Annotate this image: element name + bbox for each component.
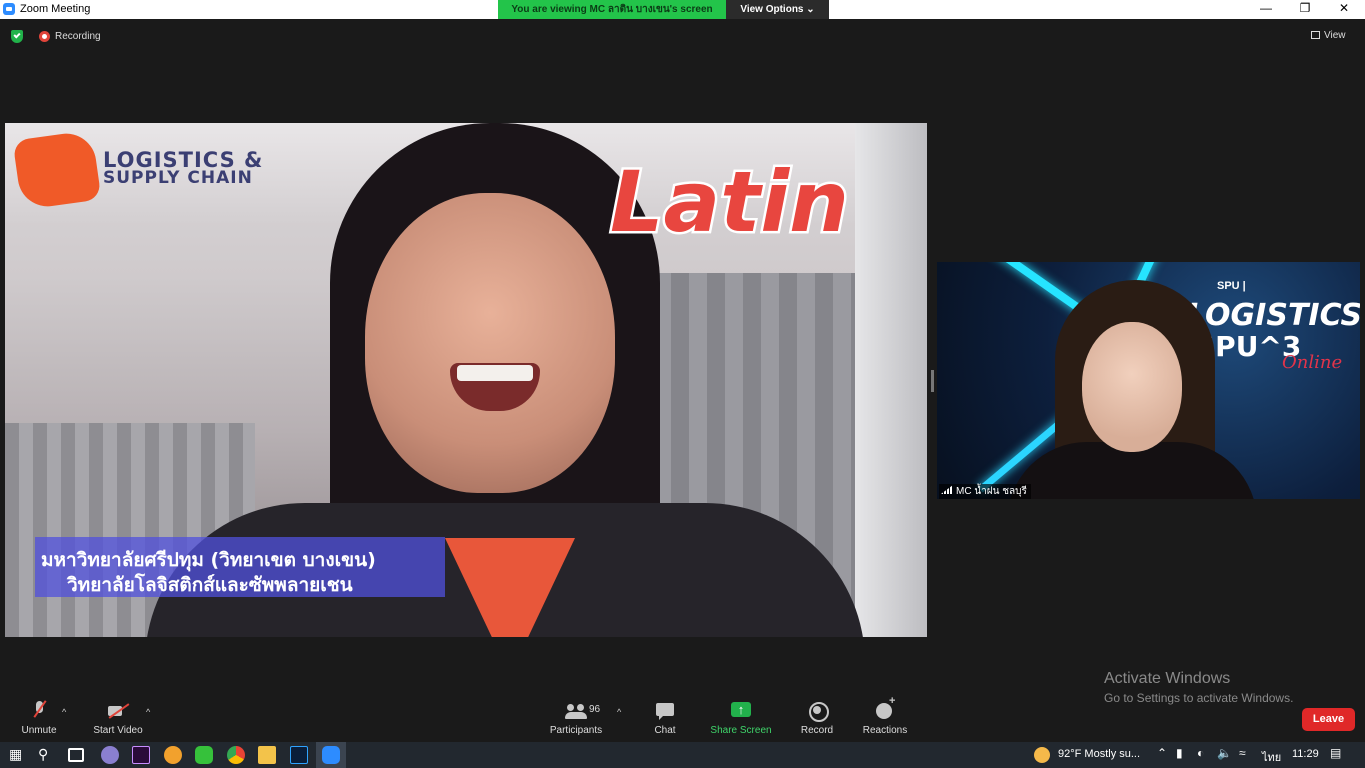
minimize-button[interactable]: — xyxy=(1246,0,1286,19)
close-button[interactable]: ✕ xyxy=(1324,0,1364,19)
start-video-label: Start Video xyxy=(93,725,143,736)
shared-screen-view[interactable]: LOGISTICS & SUPPLY CHAIN Latin มหาวิทยาล… xyxy=(5,123,927,637)
clock-time[interactable]: 11:29 xyxy=(1292,748,1319,760)
battery-icon[interactable]: ▮ xyxy=(1176,746,1183,760)
viewing-screen-banner: You are viewing MC ลาติน บางเขน's screen xyxy=(498,0,726,19)
split-view-handle[interactable] xyxy=(931,370,934,392)
start-video-button[interactable]: Start Video xyxy=(90,700,146,740)
task-view-icon[interactable] xyxy=(68,748,84,762)
latin-title-badge: Latin xyxy=(608,151,852,254)
activate-windows-subtitle: Go to Settings to activate Windows. xyxy=(1104,691,1294,705)
reactions-label: Reactions xyxy=(862,725,908,736)
weather-text[interactable]: 92°F Mostly su... xyxy=(1058,748,1140,760)
grid-icon xyxy=(1311,31,1320,39)
view-layout-button[interactable]: View xyxy=(1311,27,1357,45)
wifi-icon[interactable]: ≈ xyxy=(1239,746,1246,760)
video-off-icon xyxy=(107,700,129,722)
premiere-icon[interactable] xyxy=(132,746,150,764)
photoshop-icon[interactable] xyxy=(290,746,308,764)
zoom-app-icon xyxy=(3,3,15,15)
reactions-icon xyxy=(875,695,895,722)
app-taskbar-icon[interactable] xyxy=(101,746,119,764)
recording-label: Recording xyxy=(55,31,101,42)
audio-options-caret[interactable]: ^ xyxy=(62,707,66,717)
background-text-online: Online xyxy=(1282,352,1343,373)
windows-start-icon[interactable]: ▦ xyxy=(9,746,22,763)
share-screen-button[interactable]: Share Screen xyxy=(709,700,773,740)
caption-line2: วิทยาลัยโลจิสติกส์และซัพพลายเชน xyxy=(67,574,353,596)
leave-button[interactable]: Leave xyxy=(1302,708,1355,731)
show-hidden-icons-chevron[interactable]: ⌃ xyxy=(1157,746,1167,760)
record-icon xyxy=(808,700,829,722)
input-language[interactable]: ไทย xyxy=(1262,748,1281,766)
search-icon[interactable]: ⚲ xyxy=(38,746,48,763)
participant-name-tag: MC น้ำฝน ชลบุรี xyxy=(939,484,1031,499)
record-label: Record xyxy=(800,725,834,736)
file-explorer-icon[interactable] xyxy=(258,746,276,764)
activate-windows-title: Activate Windows xyxy=(1104,670,1231,687)
restore-button[interactable]: ❐ xyxy=(1285,0,1325,19)
signal-bars-icon xyxy=(941,485,953,494)
participants-count: 96 xyxy=(589,704,601,715)
share-screen-label: Share Screen xyxy=(710,725,772,736)
presenter-teeth xyxy=(457,365,533,381)
volume-icon[interactable]: 🔈 xyxy=(1217,746,1232,760)
line-app-icon[interactable] xyxy=(195,746,213,764)
recording-icon xyxy=(39,31,50,42)
participant-name: MC น้ำฝน ชลบุรี xyxy=(956,486,1027,497)
participants-icon xyxy=(565,700,587,722)
background-text-logistics: LOGISTICS xyxy=(1187,298,1360,333)
unmute-label: Unmute xyxy=(21,725,57,736)
video-options-caret[interactable]: ^ xyxy=(146,707,150,717)
view-label: View xyxy=(1324,30,1346,41)
view-options-button[interactable]: View Options ⌄ xyxy=(726,0,829,19)
reactions-button[interactable]: Reactions xyxy=(861,695,909,740)
chat-button[interactable]: Chat xyxy=(648,700,682,740)
browser-icon[interactable] xyxy=(164,746,182,764)
chat-icon xyxy=(656,700,674,722)
unmute-button[interactable]: Unmute xyxy=(17,700,61,740)
network-alert-icon[interactable]: ◐ xyxy=(1197,746,1204,760)
zoom-taskbar-icon[interactable] xyxy=(322,746,340,764)
chrome-icon[interactable] xyxy=(227,746,245,764)
muted-microphone-icon xyxy=(32,700,46,722)
record-button[interactable]: Record xyxy=(798,700,836,740)
chat-label: Chat xyxy=(654,725,676,736)
security-shield-icon[interactable] xyxy=(11,30,23,43)
participants-label: Participants xyxy=(549,725,603,736)
notifications-icon[interactable]: ▤ xyxy=(1330,746,1341,760)
participant-video-thumbnail[interactable]: SPU | LOGISTICS SPU^3 Online MC น้ำฝน ชล… xyxy=(937,262,1360,499)
participants-options-caret[interactable]: ^ xyxy=(617,707,621,717)
background-wall xyxy=(855,123,927,637)
window-title: Zoom Meeting xyxy=(20,3,91,15)
background-text-spu: SPU | xyxy=(1217,280,1246,292)
share-screen-icon xyxy=(730,700,752,722)
weather-icon[interactable] xyxy=(1034,747,1050,763)
presenter-face xyxy=(365,193,615,493)
participant-face xyxy=(1082,322,1182,452)
logo-text-line2: SUPPLY CHAIN xyxy=(103,168,253,188)
